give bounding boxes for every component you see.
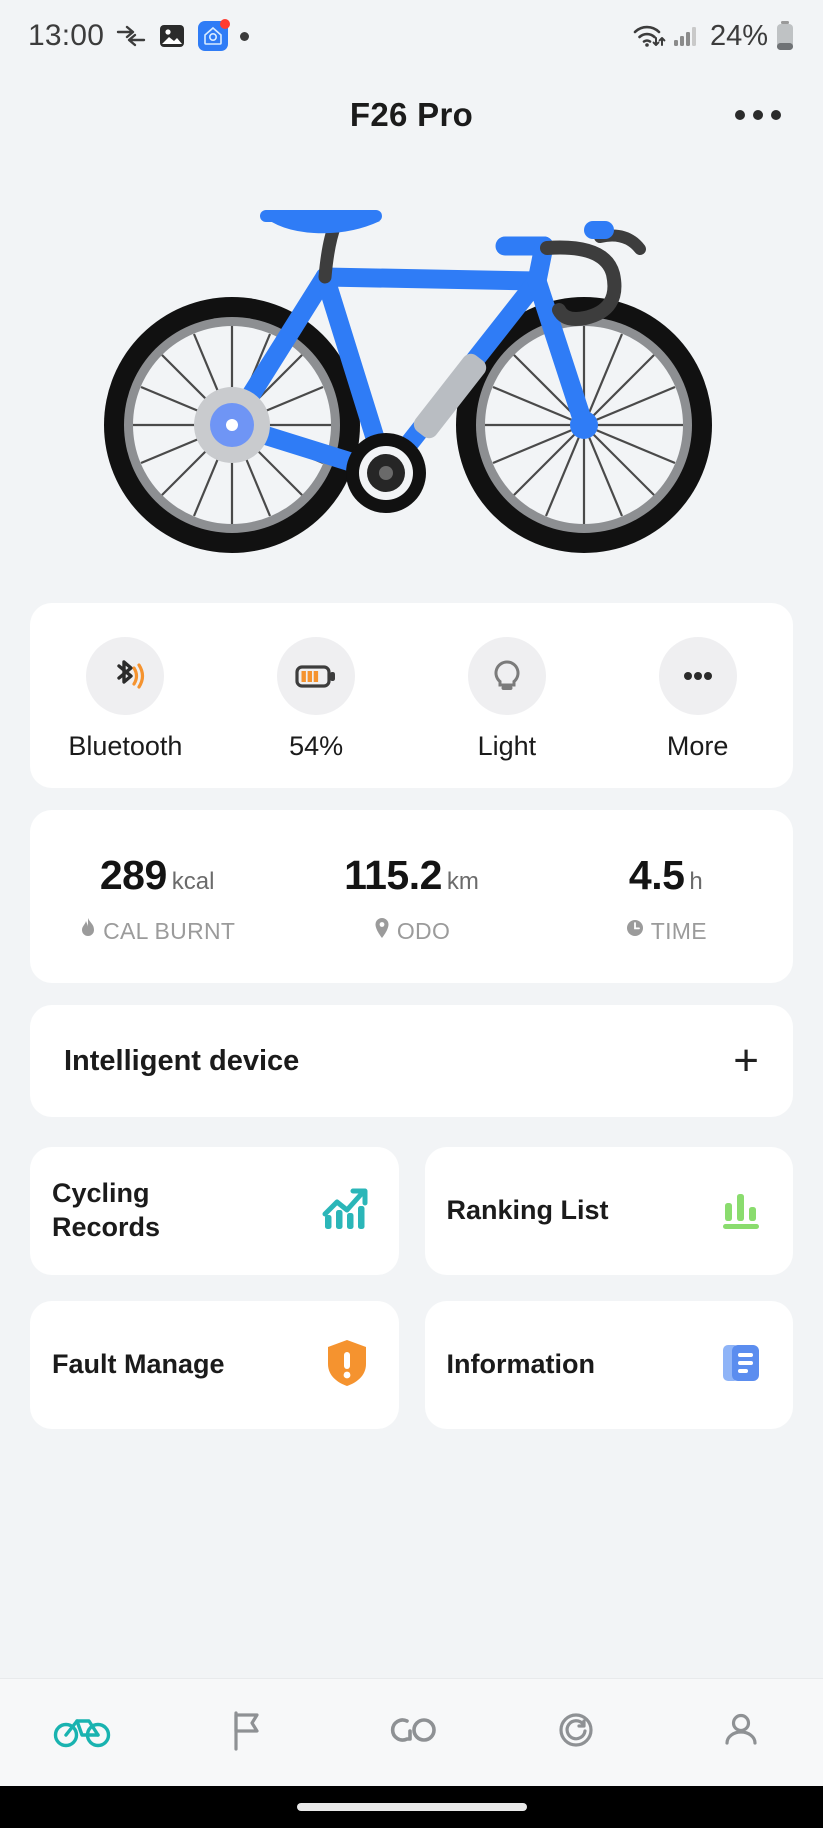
quick-action-more[interactable]: More xyxy=(602,637,793,762)
stat-number: 289 xyxy=(99,852,167,898)
go-icon xyxy=(379,1709,443,1756)
stat-caption-text: ODO xyxy=(396,917,451,944)
more-options-button[interactable] xyxy=(727,102,789,128)
stat-value: 289 kcal xyxy=(100,852,215,899)
cellular-signal-icon xyxy=(673,23,699,49)
stat-caption: ODO xyxy=(373,917,450,945)
tile-label: Fault Manage xyxy=(52,1349,225,1380)
bicycle-icon xyxy=(53,1709,111,1756)
quick-action-label: Light xyxy=(477,731,537,761)
quick-action-battery[interactable]: 54% xyxy=(221,637,412,762)
ellipsis-dot-icon xyxy=(771,110,781,120)
feature-tiles-grid: Cycling Records Ranking List Fault Manag xyxy=(30,1147,793,1429)
wifi-icon xyxy=(632,22,666,50)
status-bar: 13:00 24% xyxy=(0,0,823,72)
status-battery-text: 24% xyxy=(709,19,768,52)
intelligent-device-row[interactable]: Intelligent device + xyxy=(30,1005,793,1117)
flame-icon xyxy=(79,917,97,945)
quick-action-light[interactable]: Light xyxy=(412,637,603,762)
trend-chart-icon xyxy=(319,1182,373,1241)
stat-odo: 115.2 km ODO xyxy=(284,852,538,945)
tile-cycling-records[interactable]: Cycling Records xyxy=(30,1147,399,1275)
bottom-navigation xyxy=(0,1678,823,1786)
stat-value: 115.2 km xyxy=(344,852,479,899)
person-icon xyxy=(719,1708,763,1757)
location-pin-icon xyxy=(373,917,391,945)
status-time: 13:00 xyxy=(28,19,105,52)
clock-icon xyxy=(625,917,645,945)
tile-label: Cycling Records xyxy=(52,1178,161,1242)
stat-number: 4.5 xyxy=(628,852,685,898)
battery-icon xyxy=(775,21,795,51)
stat-cal-burnt: 289 kcal CAL BURNT xyxy=(30,852,284,945)
speedometer-icon xyxy=(553,1707,599,1758)
tile-fault-manage[interactable]: Fault Manage xyxy=(30,1301,399,1429)
nav-item-speedometer[interactable] xyxy=(494,1707,659,1758)
dot-icon xyxy=(240,31,250,41)
ellipsis-icon xyxy=(658,637,737,715)
app-notification-icon xyxy=(198,19,231,51)
bicycle-illustration xyxy=(0,158,823,588)
stat-value: 4.5 h xyxy=(629,852,703,899)
battery-level-icon xyxy=(277,637,356,715)
stat-caption-text: TIME xyxy=(650,917,707,944)
quick-action-label: Bluetooth xyxy=(68,731,183,761)
stat-number: 115.2 xyxy=(344,852,442,898)
transfer-arrows-icon xyxy=(116,23,146,49)
stat-unit: km xyxy=(446,868,479,895)
quick-action-label: More xyxy=(666,731,729,761)
status-bar-right: 24% xyxy=(632,20,795,53)
gesture-navigation-area xyxy=(0,1786,823,1828)
nav-item-bike[interactable] xyxy=(0,1709,165,1756)
stat-unit: h xyxy=(689,868,703,895)
app-header: F26 Pro xyxy=(0,72,823,158)
tile-information[interactable]: Information xyxy=(424,1301,793,1429)
stat-unit: kcal xyxy=(171,868,215,895)
stat-caption: TIME xyxy=(625,917,707,945)
lightbulb-icon xyxy=(467,637,546,715)
intelligent-device-title: Intelligent device xyxy=(64,1044,300,1077)
flag-icon xyxy=(227,1708,267,1757)
quick-action-label: 54% xyxy=(289,731,344,761)
bluetooth-icon xyxy=(86,637,165,715)
ellipsis-dot-icon xyxy=(753,110,763,120)
gesture-bar[interactable] xyxy=(296,1803,527,1811)
tile-ranking-list[interactable]: Ranking List xyxy=(424,1147,793,1275)
tile-label: Information xyxy=(446,1349,596,1380)
stat-caption: CAL BURNT xyxy=(79,917,235,945)
page-title: F26 Pro xyxy=(349,96,474,133)
stats-card: 289 kcal CAL BURNT 115.2 km ODO 4.5 h TI… xyxy=(30,810,793,983)
stat-caption-text: CAL BURNT xyxy=(103,917,236,944)
ellipsis-dot-icon xyxy=(735,110,745,120)
quick-action-bluetooth[interactable]: Bluetooth xyxy=(30,637,221,762)
add-device-button[interactable]: + xyxy=(733,1039,759,1083)
nav-item-flag[interactable] xyxy=(165,1708,330,1757)
bar-chart-icon xyxy=(715,1183,767,1240)
documents-icon xyxy=(715,1336,767,1395)
quick-actions-card: Bluetooth 54% Light More xyxy=(30,603,793,788)
nav-item-go[interactable] xyxy=(329,1709,494,1756)
warning-shield-icon xyxy=(321,1336,373,1395)
status-bar-left: 13:00 xyxy=(28,19,250,53)
gallery-image-icon xyxy=(158,22,186,50)
nav-item-profile[interactable] xyxy=(658,1708,823,1757)
tile-label: Ranking List xyxy=(446,1195,609,1226)
stat-time: 4.5 h TIME xyxy=(539,852,793,945)
